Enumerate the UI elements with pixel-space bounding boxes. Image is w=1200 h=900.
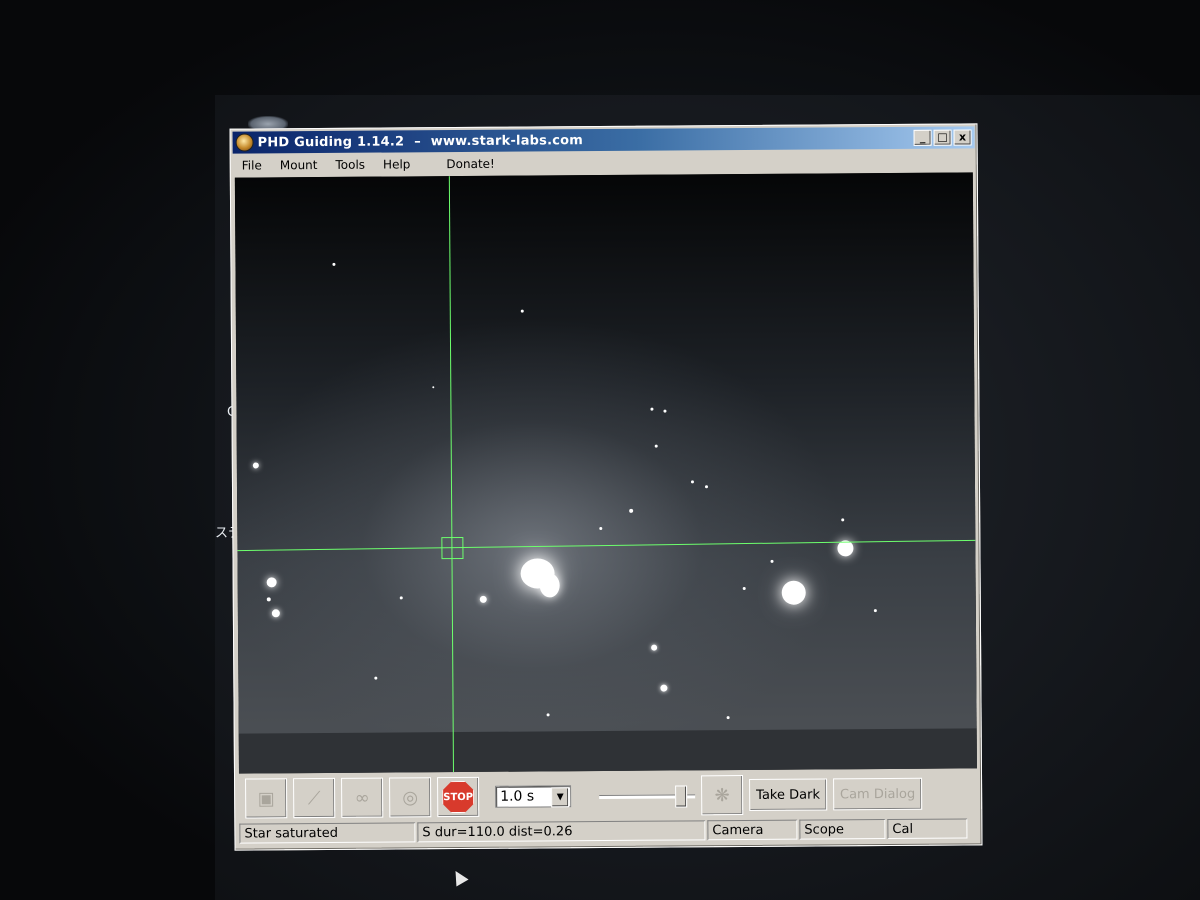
star bbox=[520, 309, 524, 313]
star bbox=[252, 462, 259, 469]
star bbox=[873, 609, 877, 613]
loop-icon: ∞ bbox=[354, 787, 370, 809]
window-title-url: www.stark-labs.com bbox=[430, 132, 584, 149]
telescope-icon: ⟋ bbox=[307, 787, 321, 809]
star bbox=[976, 657, 977, 661]
chevron-down-icon: ▼ bbox=[551, 787, 570, 808]
cam-dialog-button[interactable]: Cam Dialog bbox=[832, 777, 923, 811]
slider-thumb[interactable] bbox=[675, 785, 688, 808]
status-stats: S dur=110.0 dist=0.26 bbox=[417, 820, 706, 843]
star bbox=[781, 580, 806, 605]
star bbox=[546, 713, 550, 717]
star bbox=[651, 644, 658, 651]
close-button[interactable]: x bbox=[953, 129, 972, 146]
toolbar: ▣ ⟋ ∞ ◎ STOP 1.0 s ▼ ❋ Take Dark Cam Dia… bbox=[239, 772, 983, 819]
star bbox=[841, 518, 845, 522]
connect-scope-button[interactable]: ⟋ bbox=[293, 777, 336, 819]
star bbox=[629, 508, 634, 513]
star bbox=[650, 407, 654, 411]
star bbox=[399, 596, 403, 600]
app-icon bbox=[235, 133, 254, 152]
guide-star-box bbox=[441, 536, 464, 560]
status-message: Star saturated bbox=[239, 822, 416, 844]
loop-button[interactable]: ∞ bbox=[341, 777, 384, 818]
brain-icon: ❋ bbox=[714, 784, 730, 806]
guide-camera-image[interactable] bbox=[234, 172, 977, 774]
title-separator: – bbox=[414, 133, 421, 149]
brain-button[interactable]: ❋ bbox=[701, 775, 744, 816]
window-title: PHD Guiding 1.14.2 bbox=[257, 133, 405, 150]
star bbox=[663, 409, 667, 413]
minimize-button[interactable]: _ bbox=[913, 129, 932, 146]
star bbox=[660, 684, 668, 692]
star bbox=[690, 480, 694, 484]
star bbox=[539, 573, 560, 598]
star bbox=[374, 676, 378, 680]
gamma-slider[interactable] bbox=[599, 785, 696, 808]
image-bottom-band bbox=[238, 728, 977, 774]
guide-icon: ◎ bbox=[402, 786, 419, 808]
status-camera: Camera bbox=[707, 819, 798, 841]
star bbox=[654, 444, 658, 448]
connect-camera-button[interactable]: ▣ bbox=[245, 778, 288, 819]
title-bar[interactable]: PHD Guiding 1.14.2 – www.stark-labs.com … bbox=[232, 126, 975, 154]
status-cal: Cal bbox=[887, 818, 968, 840]
menu-tools[interactable]: Tools bbox=[326, 158, 374, 172]
maximize-button[interactable]: □ bbox=[933, 129, 952, 146]
nebula-glow bbox=[234, 172, 977, 774]
phd-guiding-window: PHD Guiding 1.14.2 – www.stark-labs.com … bbox=[229, 123, 983, 851]
guide-button[interactable]: ◎ bbox=[389, 777, 432, 818]
status-bar: Star saturated S dur=110.0 dist=0.26 Cam… bbox=[239, 816, 977, 845]
star bbox=[266, 577, 277, 588]
star bbox=[271, 609, 280, 618]
exposure-dropdown[interactable]: 1.0 s ▼ bbox=[495, 785, 572, 808]
star bbox=[599, 527, 603, 531]
menu-bar: File Mount Tools Help Donate! bbox=[233, 150, 975, 175]
stop-button[interactable]: STOP bbox=[437, 776, 480, 818]
exposure-value: 1.0 s bbox=[500, 788, 535, 805]
stop-icon: STOP bbox=[442, 781, 474, 813]
star bbox=[332, 262, 336, 266]
star bbox=[479, 595, 487, 603]
star bbox=[704, 485, 709, 489]
menu-donate[interactable]: Donate! bbox=[437, 157, 504, 171]
star bbox=[726, 716, 730, 720]
star bbox=[266, 597, 271, 602]
star bbox=[742, 587, 746, 591]
star bbox=[770, 559, 774, 563]
menu-file[interactable]: File bbox=[233, 158, 271, 172]
camera-icon: ▣ bbox=[257, 787, 275, 809]
star bbox=[432, 386, 435, 389]
menu-help[interactable]: Help bbox=[374, 157, 419, 171]
menu-mount[interactable]: Mount bbox=[271, 158, 327, 172]
take-dark-button[interactable]: Take Dark bbox=[749, 778, 828, 812]
status-scope: Scope bbox=[799, 819, 886, 840]
